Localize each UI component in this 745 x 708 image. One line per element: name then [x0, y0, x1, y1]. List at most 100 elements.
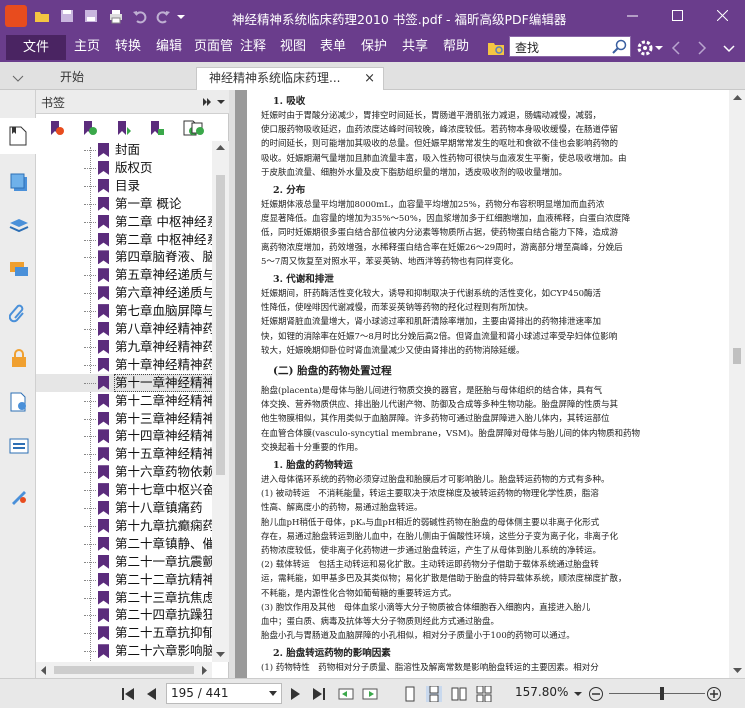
attachments-panel-button[interactable]: [0, 296, 36, 332]
expand-bookmark-icon[interactable]: [149, 120, 165, 136]
scroll-left-icon[interactable]: [40, 666, 47, 675]
document-view[interactable]: 1. 吸收 妊娠时由于胃酸分泌减少，胃排空时间延长，胃肠道平滑肌张力减退，肠蠕动减…: [235, 90, 729, 678]
scroll-down-icon[interactable]: [216, 651, 225, 658]
bookmark-item[interactable]: 第四章脑脊液、脑血流及: [36, 248, 212, 266]
continuous-facing-view-icon[interactable]: [476, 686, 492, 702]
bookmark-item[interactable]: 第十二章神经精神药物的: [36, 392, 212, 410]
security-panel-button[interactable]: [0, 340, 36, 376]
menu-home[interactable]: 主页: [74, 39, 100, 55]
bookmark-item[interactable]: 第五章神经递质与神经调: [36, 266, 212, 284]
facing-view-icon[interactable]: [451, 686, 467, 702]
tab-close-icon[interactable]: ×: [364, 68, 375, 89]
tab-document[interactable]: 神经精神系统临床药理... ×: [196, 67, 384, 90]
previous-view-icon[interactable]: [338, 686, 354, 702]
document-scroll-thumb[interactable]: [733, 348, 741, 364]
nav-back-icon[interactable]: [671, 41, 681, 55]
continuous-view-icon[interactable]: [426, 686, 442, 702]
add-bookmark-icon[interactable]: [82, 120, 98, 136]
redo-icon[interactable]: [155, 8, 171, 24]
bookmark-item[interactable]: 第二章 中枢神经系统的组: [36, 213, 212, 231]
doc-scroll-down-icon[interactable]: [733, 667, 742, 674]
bookmark-item[interactable]: 第十三章神经精神疾病对: [36, 410, 212, 428]
zoom-slider-knob[interactable]: [660, 687, 664, 700]
bookmark-item[interactable]: 第十八章镇痛药: [36, 499, 212, 517]
panel-collapse-icon[interactable]: [202, 97, 212, 107]
maximize-button[interactable]: [655, 0, 700, 30]
menu-share[interactable]: 共享: [402, 39, 428, 55]
app-logo-icon[interactable]: [5, 5, 27, 27]
zoom-out-icon[interactable]: [588, 686, 604, 702]
previous-page-icon[interactable]: [144, 686, 160, 702]
page-dropdown-icon[interactable]: [269, 691, 277, 697]
bookmark-item[interactable]: 目录: [36, 177, 212, 195]
menu-edit[interactable]: 编辑: [156, 39, 182, 55]
pages-panel-button[interactable]: [0, 164, 36, 200]
scroll-right-icon[interactable]: [201, 666, 208, 675]
bookmarks-panel-button[interactable]: [0, 118, 36, 154]
layers-panel-button[interactable]: [0, 208, 36, 244]
bookmark-item[interactable]: 第一章 概论: [36, 195, 212, 213]
bookmark-item[interactable]: 第二十三章抗焦虑药: [36, 589, 212, 607]
menu-help[interactable]: 帮助: [443, 39, 469, 55]
menu-form[interactable]: 表单: [320, 39, 346, 55]
bookmark-item[interactable]: 第十五章神经精神药物的: [36, 445, 212, 463]
next-page-icon[interactable]: [287, 686, 303, 702]
doc-scroll-up-icon[interactable]: [733, 94, 742, 101]
ribbon-collapse-icon[interactable]: [722, 41, 736, 55]
page-number-field[interactable]: 195 / 441: [166, 683, 282, 704]
save-icon[interactable]: [59, 8, 75, 24]
zoom-slider[interactable]: [609, 687, 705, 700]
bookmark-item[interactable]: 版权页: [36, 159, 212, 177]
bookmark-options-icon[interactable]: [189, 120, 205, 136]
bookmark-tree-scroll-thumb[interactable]: [216, 175, 225, 475]
open-folder-icon[interactable]: [34, 8, 50, 24]
bookmark-item[interactable]: 第二十章镇静、催眠及抗: [36, 535, 212, 553]
bookmark-item[interactable]: 封面: [36, 141, 212, 159]
first-page-icon[interactable]: [120, 686, 136, 702]
search-icon[interactable]: [612, 39, 627, 54]
document-scrollbar[interactable]: [729, 90, 745, 678]
bookmark-tree-hscroll-thumb[interactable]: [54, 666, 194, 674]
bookmark-item[interactable]: 第七章血脑屏障与药物治: [36, 302, 212, 320]
bookmark-item[interactable]: 第十六章药物依赖性与社: [36, 463, 212, 481]
add-child-bookmark-icon[interactable]: [116, 120, 132, 136]
panel-menu-icon[interactable]: [216, 97, 226, 107]
customize-icon[interactable]: [176, 8, 186, 24]
bookmark-item[interactable]: 第二章 中枢神经系统的解: [36, 231, 212, 249]
bookmark-item[interactable]: 第二十四章抗躁狂及多动: [36, 606, 212, 624]
scroll-up-icon[interactable]: [216, 144, 225, 151]
bookmark-item[interactable]: 第十章神经精神药物的遗: [36, 356, 212, 374]
nav-forward-icon[interactable]: [697, 41, 707, 55]
bookmark-item[interactable]: 第九章神经精神药物的药: [36, 338, 212, 356]
zoom-in-icon[interactable]: [706, 686, 722, 702]
delete-bookmark-icon[interactable]: [49, 120, 65, 136]
bookmark-item[interactable]: 第十七章中枢兴奋药: [36, 481, 212, 499]
menu-convert[interactable]: 转换: [115, 39, 141, 55]
menu-comment[interactable]: 注释: [240, 39, 266, 55]
zoom-dropdown-icon[interactable]: [573, 686, 583, 702]
bookmark-item[interactable]: 第二十五章抗抑郁药: [36, 624, 212, 642]
bookmark-tree-hscrollbar[interactable]: [36, 662, 212, 678]
print-icon[interactable]: [108, 8, 124, 24]
search-input[interactable]: 查找: [509, 36, 631, 57]
tab-start[interactable]: 开始: [38, 67, 188, 90]
last-page-icon[interactable]: [311, 686, 327, 702]
gear-icon[interactable]: [636, 39, 654, 57]
content-panel-button[interactable]: [0, 428, 36, 464]
bookmark-item[interactable]: 第八章神经精神药物的药: [36, 320, 212, 338]
bookmark-tree-scrollbar[interactable]: [212, 141, 229, 662]
tab-list-chevron-icon[interactable]: [12, 72, 24, 84]
bookmark-item[interactable]: 第十九章抗癫痫药: [36, 517, 212, 535]
signatures-panel-button[interactable]: [0, 478, 36, 514]
bookmark-item[interactable]: 第二十二章抗精神病药物: [36, 571, 212, 589]
folder-search-icon[interactable]: [487, 39, 505, 57]
bookmark-item[interactable]: 第十一章神经精神药物的: [36, 373, 212, 392]
menu-view[interactable]: 视图: [280, 39, 306, 55]
bookmark-item[interactable]: 第二十一章抗震颤麻痹药: [36, 553, 212, 571]
minimize-button[interactable]: [610, 0, 655, 30]
menu-protect[interactable]: 保护: [361, 39, 387, 55]
gear-dropdown-icon[interactable]: [655, 44, 663, 52]
close-button[interactable]: [700, 0, 745, 30]
save-as-icon[interactable]: [83, 8, 99, 24]
bookmark-item[interactable]: 第十四章神经精神药物与: [36, 427, 212, 445]
